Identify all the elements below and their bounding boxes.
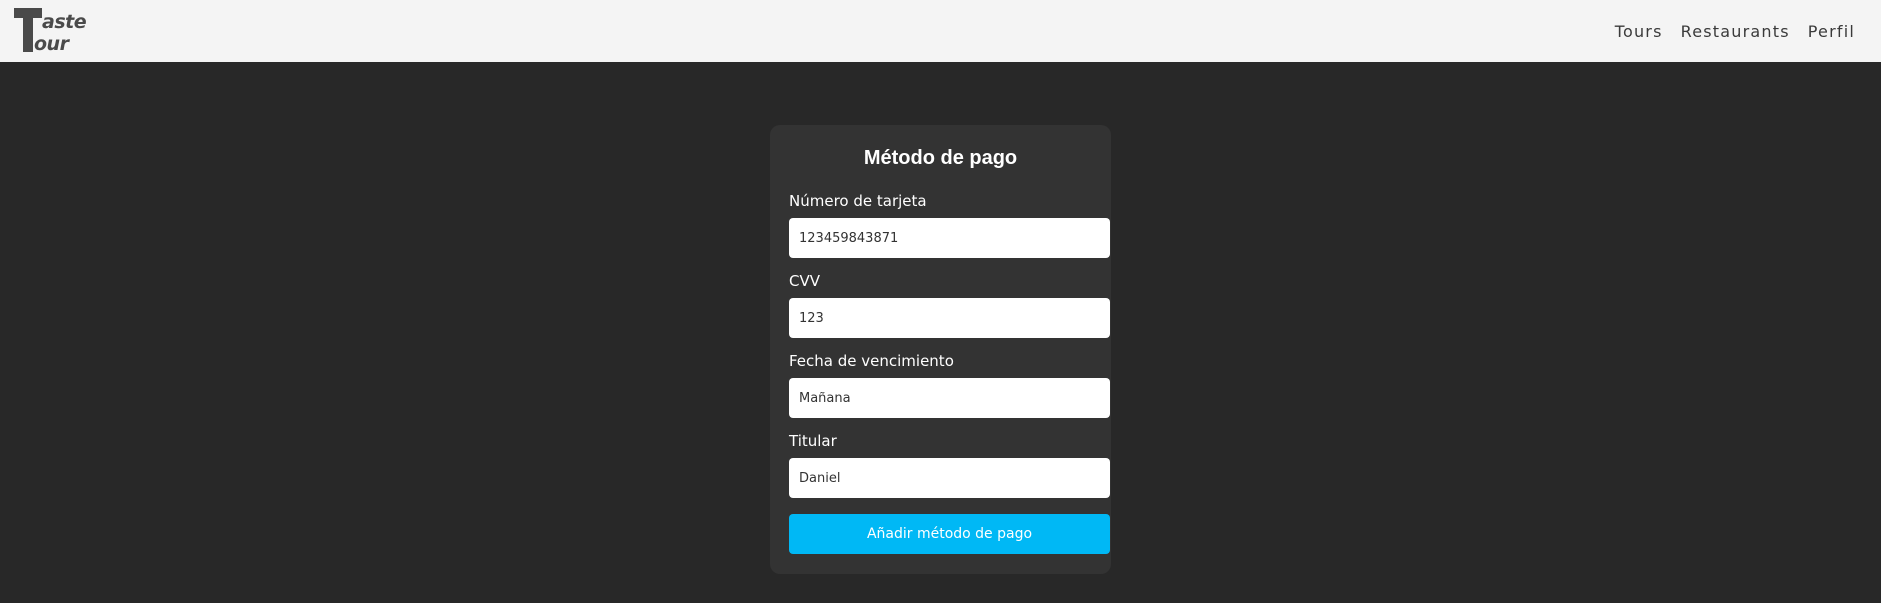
form-title: Método de pago: [863, 147, 1018, 169]
svg-text:our: our: [34, 33, 71, 54]
nav-link-perfil[interactable]: Perfil: [1808, 22, 1855, 41]
cvv-label: CVV: [789, 272, 820, 290]
logo-graphic: aste our: [14, 8, 87, 55]
card-number-label: Número de tarjeta: [789, 192, 927, 210]
payment-method-card: Método de pago Número de tarjeta CVV Fec…: [770, 125, 1111, 574]
expiry-date-input[interactable]: [789, 378, 1110, 418]
expiry-date-label: Fecha de vencimiento: [789, 352, 954, 370]
main-nav: Tours Restaurants Perfil: [1615, 0, 1855, 62]
cardholder-label: Titular: [789, 432, 837, 450]
card-number-input[interactable]: [789, 218, 1110, 258]
add-payment-method-button[interactable]: Añadir método de pago: [789, 514, 1110, 554]
taste-tour-logo[interactable]: aste our: [12, 6, 104, 55]
nav-link-tours[interactable]: Tours: [1615, 22, 1663, 41]
nav-link-restaurants[interactable]: Restaurants: [1681, 22, 1790, 41]
cardholder-input[interactable]: [789, 458, 1110, 498]
navbar: aste our Tours Restaurants Perfil: [0, 0, 1881, 62]
cvv-input[interactable]: [789, 298, 1110, 338]
svg-text:aste: aste: [42, 11, 87, 33]
